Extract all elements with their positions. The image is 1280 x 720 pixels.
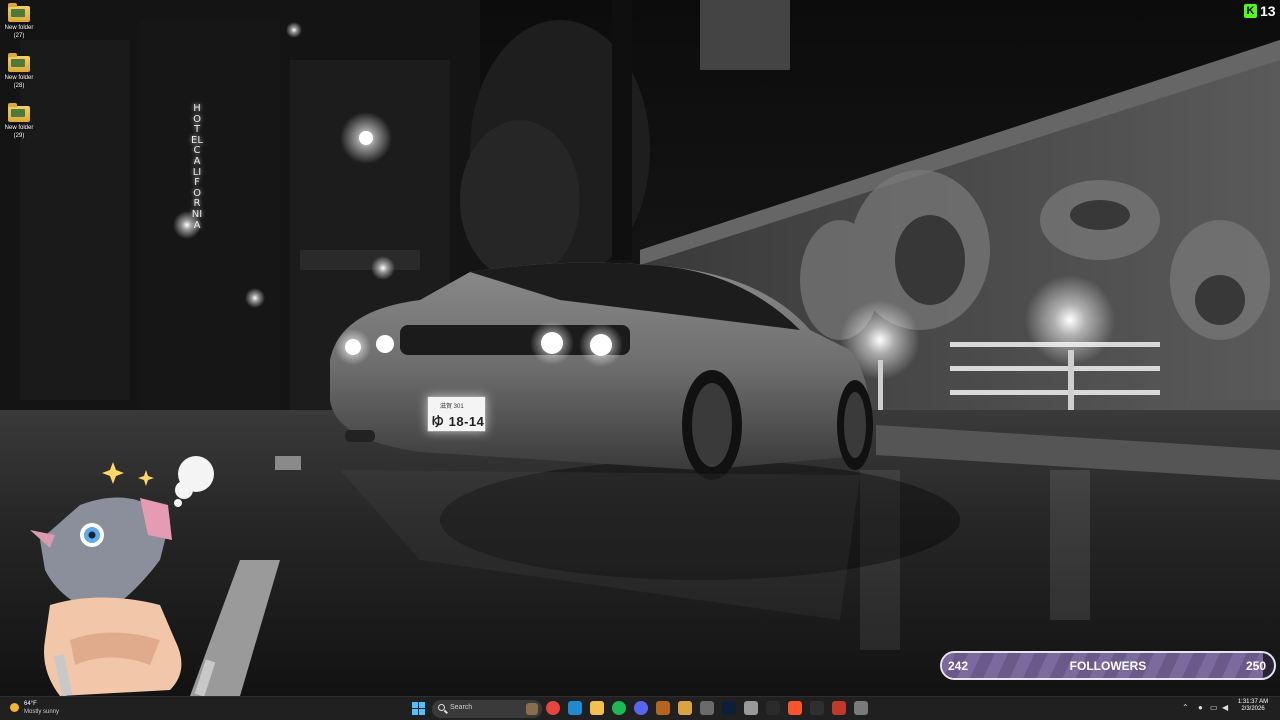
chrome-icon[interactable] — [546, 701, 560, 715]
windows-logo-icon — [412, 702, 418, 708]
desktop-folder-27[interactable]: New folder (27) — [0, 0, 38, 40]
edge-icon[interactable] — [568, 701, 582, 715]
app-icon-3[interactable] — [832, 701, 846, 715]
folder-icon — [8, 3, 30, 22]
taskbar-search[interactable]: Search — [432, 700, 542, 718]
desktop-folder-29[interactable]: New folder (29) — [0, 100, 38, 140]
folder-label: New folder — [4, 125, 34, 131]
folder-sub-label: (27) — [13, 33, 25, 39]
taskbar-clock[interactable]: 1:31:37 AM 2/3/2026 — [1236, 699, 1270, 712]
obs-icon[interactable] — [810, 701, 824, 715]
folder-sub-label: (29) — [13, 133, 25, 139]
search-icon — [438, 704, 445, 711]
license-plate: 滋賀 301 ゆ 18-14 — [427, 396, 486, 432]
plate-number: ゆ 18-14 — [431, 414, 485, 429]
hotel-california-sign: HOTEL CALIFORNIA — [191, 103, 203, 231]
kick-logo-icon: K — [1244, 4, 1257, 18]
terminal-icon[interactable] — [766, 701, 780, 715]
brave-icon[interactable] — [788, 701, 802, 715]
folder-label: New folder — [4, 25, 34, 31]
app-icon-2[interactable] — [744, 701, 758, 715]
followers-title: FOLLOWERS — [1069, 659, 1147, 673]
weather-temperature: 64°F — [24, 701, 37, 707]
plate-prefecture: 滋賀 301 — [440, 404, 464, 410]
folder-icon — [8, 53, 30, 72]
folder-icon — [8, 103, 30, 122]
clock-time: 1:31:37 AM — [1237, 699, 1269, 705]
weather-condition: Mostly sunny — [24, 709, 60, 715]
folder-label: New folder — [4, 75, 34, 81]
clock-date: 2/3/2026 — [1241, 706, 1265, 712]
discord-icon[interactable] — [634, 701, 648, 715]
search-highlight-icon — [526, 703, 538, 715]
sun-icon — [10, 703, 19, 712]
folder-icon[interactable] — [678, 701, 692, 715]
photoshop-icon[interactable] — [722, 701, 736, 715]
microphone-icon[interactable]: ● — [1198, 703, 1203, 712]
kick-badge: K 13 — [1244, 2, 1276, 20]
app-icon[interactable] — [656, 701, 670, 715]
badge-count: 13 — [1260, 3, 1276, 19]
chevron-up-icon[interactable]: ⌃ — [1182, 703, 1189, 712]
spotify-icon[interactable] — [612, 701, 626, 715]
followers-target: 250 — [1245, 659, 1266, 673]
volume-icon[interactable]: ◀ — [1222, 703, 1228, 712]
desktop-folder-28[interactable]: New folder (28) — [0, 50, 38, 90]
settings-icon[interactable] — [700, 701, 714, 715]
start-button[interactable] — [412, 702, 425, 715]
folder-sub-label: (28) — [13, 83, 25, 89]
monitor-icon[interactable] — [854, 701, 868, 715]
search-placeholder: Search — [450, 704, 473, 711]
file-explorer-icon[interactable] — [590, 701, 604, 715]
network-icon[interactable]: ▭ — [1210, 703, 1218, 712]
followers-goal-bar: 242 FOLLOWERS 250 — [940, 651, 1276, 680]
taskbar: 64°F Mostly sunny Search ⌃ ● ▭ ◀ 1:31:37… — [0, 696, 1280, 720]
